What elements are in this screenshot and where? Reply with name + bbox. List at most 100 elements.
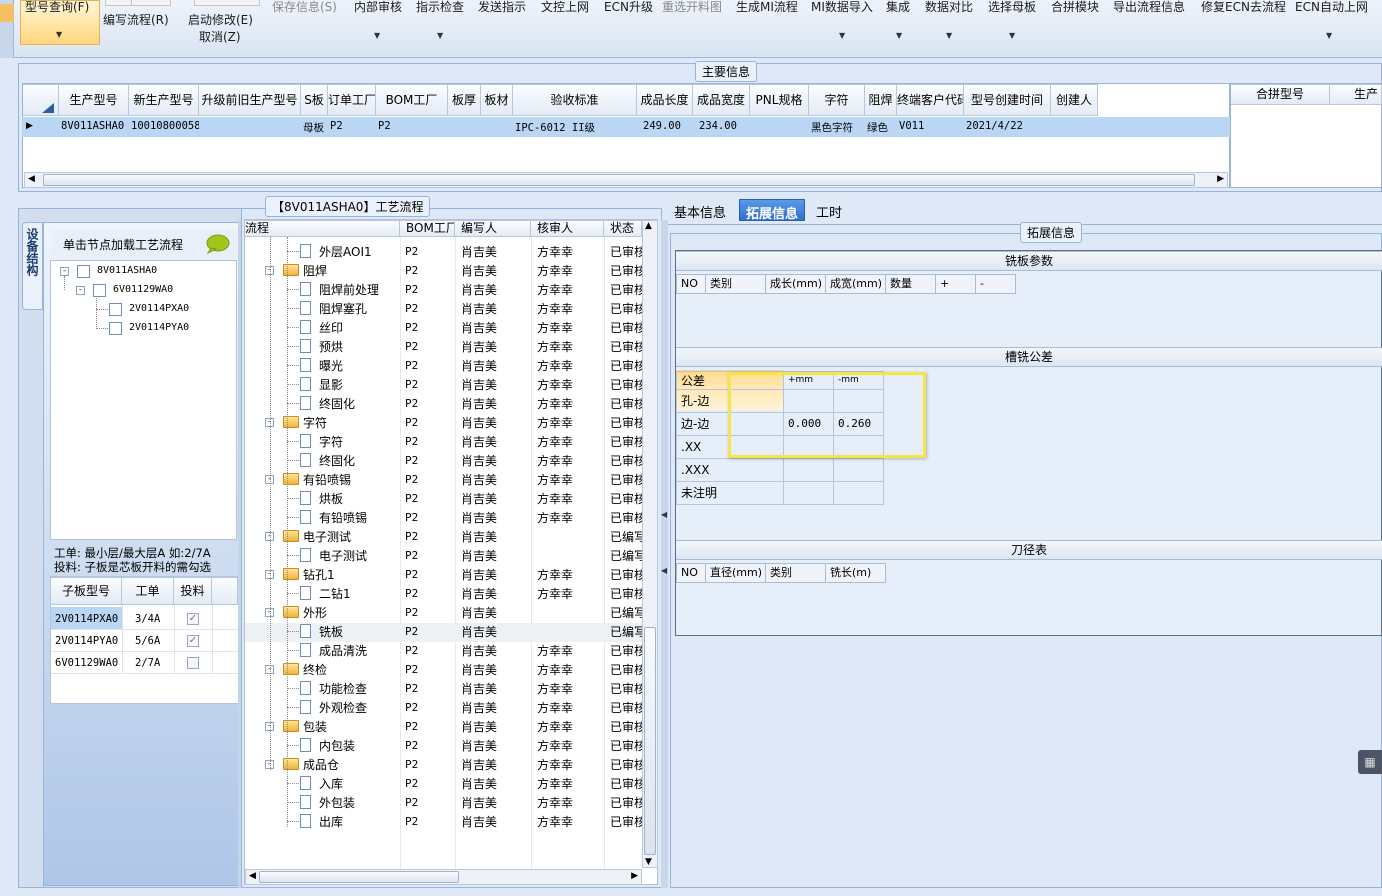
flow-writer-cell[interactable]: 肖吉美 [461,756,497,775]
tolerance-minus-input[interactable] [834,459,884,482]
flow-writer-cell[interactable]: 肖吉美 [461,718,497,737]
flow-writer-cell[interactable]: 肖吉美 [461,547,497,566]
tree-node-label[interactable]: 8V011ASHA0 [97,265,157,276]
flow-reviewer-cell[interactable]: 方幸幸 [537,566,573,585]
main-col-header[interactable]: S板 [301,84,328,116]
splitter[interactable] [661,220,668,888]
flow-step[interactable]: 铣板 [319,623,343,642]
main-col-header[interactable]: 阻焊 [865,84,897,116]
flow-step[interactable]: 烘板 [319,490,343,509]
tree-node-label[interactable]: 6V01129WA0 [113,284,173,295]
merge-col-header[interactable]: 生产 [1330,84,1382,105]
flow-status-cell[interactable]: 已审核 [610,357,642,376]
flow-bom-cell[interactable]: P2 [405,321,418,340]
tool-col-header[interactable]: 类别 [766,563,826,583]
flow-reviewer-cell[interactable]: 方幸幸 [537,357,573,376]
flow-reviewer-cell[interactable]: 方幸幸 [537,262,573,281]
flow-reviewer-cell[interactable]: 方幸幸 [537,300,573,319]
flow-step[interactable]: 曝光 [319,357,343,376]
flow-status-cell[interactable]: 已审核 [610,490,642,509]
feed-checkbox[interactable] [187,657,199,669]
flow-writer-cell[interactable]: 肖吉美 [461,680,497,699]
flow-bom-cell[interactable]: P2 [405,302,418,321]
flow-writer-cell[interactable]: 肖吉美 [461,585,497,604]
flow-reviewer-cell[interactable]: 方幸幸 [537,737,573,756]
chevron-down-icon[interactable]: ▼ [1326,31,1332,40]
flow-reviewer-cell[interactable]: 方幸幸 [537,509,573,528]
chevron-down-icon[interactable]: ▼ [374,31,380,40]
main-info-cell[interactable]: 10010800058670 [131,120,199,132]
flow-status-cell[interactable]: 已审核 [610,642,642,661]
flow-bom-cell[interactable]: P2 [405,663,418,682]
flow-bom-cell[interactable]: P2 [405,796,418,815]
flow-status-cell[interactable]: 已审核 [610,718,642,737]
tolerance-plus-input[interactable] [784,459,834,482]
flow-bom-cell[interactable]: P2 [405,492,418,511]
main-info-hscrollbar[interactable]: ◀ ▶ [24,172,1228,188]
flow-bom-cell[interactable]: P2 [405,473,418,492]
flow-writer-cell[interactable]: 肖吉美 [461,300,497,319]
main-info-cell[interactable]: IPC-6012 II级 [515,120,637,135]
flow-writer-cell[interactable]: 肖吉美 [461,376,497,395]
flow-reviewer-cell[interactable]: 方幸幸 [537,775,573,794]
scroll-left-icon[interactable]: ◀ [249,871,256,881]
flow-step[interactable]: 电子测试 [319,547,367,566]
flow-reviewer-cell[interactable]: 方幸幸 [537,585,573,604]
flow-step[interactable]: 丝印 [319,319,343,338]
sub-col-header[interactable]: 子板型号 [51,577,122,605]
main-col-header[interactable]: 订单工厂 [328,84,376,116]
flow-col-header[interactable]: BOM工厂 [400,220,455,237]
main-info-cell[interactable]: 8V011ASHA0 [61,120,129,132]
main-col-header[interactable]: 升级前旧生产型号 [199,84,301,116]
flow-bom-cell[interactable]: P2 [405,739,418,758]
main-info-cell[interactable]: 绿色 [867,120,897,135]
flow-step[interactable]: 阻焊塞孔 [319,300,367,319]
flow-vscrollbar[interactable]: ▲ ▼ [642,220,658,868]
flow-writer-cell[interactable]: 肖吉美 [461,737,497,756]
flow-reviewer-cell[interactable]: 方幸幸 [537,338,573,357]
sub-col-header[interactable]: 投料 [174,577,212,605]
flow-status-cell[interactable]: 已审核 [610,509,642,528]
flow-step[interactable]: 有铅喷锡 [319,509,367,528]
chevron-down-icon[interactable]: ▼ [1009,31,1015,40]
flow-reviewer-cell[interactable]: 方幸幸 [537,376,573,395]
flow-bom-cell[interactable]: P2 [405,758,418,777]
flow-status-cell[interactable]: 已审核 [610,471,642,490]
grid-corner[interactable] [23,84,59,116]
milling-col-header[interactable]: NO [676,274,706,294]
flow-step[interactable]: 外包装 [319,794,355,813]
flow-bom-cell[interactable]: P2 [405,283,418,302]
flow-writer-cell[interactable]: 肖吉美 [461,642,497,661]
toolbar-small-button[interactable] [131,0,171,6]
flow-bom-cell[interactable]: P2 [405,435,418,454]
flow-reviewer-cell[interactable]: 方幸幸 [537,414,573,433]
chevron-down-icon[interactable]: ▼ [839,31,845,40]
flow-reviewer-cell[interactable]: 方幸幸 [537,718,573,737]
flow-reviewer-cell[interactable]: 方幸幸 [537,699,573,718]
main-col-header[interactable]: 验收标准 [513,84,637,116]
save-info-button[interactable]: 保存信息(S) [272,0,337,15]
flow-bom-cell[interactable]: P2 [405,701,418,720]
flow-reviewer-cell[interactable]: 方幸幸 [537,319,573,338]
flow-step[interactable]: 功能检查 [319,680,367,699]
scroll-right-icon[interactable]: ▶ [1217,174,1224,184]
scroll-down-icon[interactable]: ▼ [645,857,652,867]
flow-writer-cell[interactable]: 肖吉美 [461,509,497,528]
instruction-check-button[interactable]: 指示检查 [416,0,464,15]
flow-reviewer-cell[interactable]: 方幸幸 [537,661,573,680]
chevron-down-icon[interactable]: ▼ [896,31,902,40]
main-info-cell[interactable]: 234.00 [699,120,750,132]
flow-step[interactable]: 字符 [319,433,343,452]
flow-bom-cell[interactable]: P2 [405,606,418,625]
main-col-header[interactable]: 新生产型号 [129,84,199,116]
start-edit-button[interactable]: 启动修改(E) [188,11,253,28]
main-col-header[interactable]: 成品长度 [637,84,693,116]
flow-bom-cell[interactable]: P2 [405,777,418,796]
flow-bom-cell[interactable]: P2 [405,568,418,587]
export-flow-info-button[interactable]: 导出流程信息 [1113,0,1185,15]
flow-reviewer-cell[interactable]: 方幸幸 [537,680,573,699]
flow-status-cell[interactable]: 已审核 [610,376,642,395]
main-info-cell[interactable]: V011 [899,120,964,132]
fix-ecn-flow-button[interactable]: 修复ECN去流程 [1201,0,1286,15]
flow-writer-cell[interactable]: 肖吉美 [461,623,497,642]
